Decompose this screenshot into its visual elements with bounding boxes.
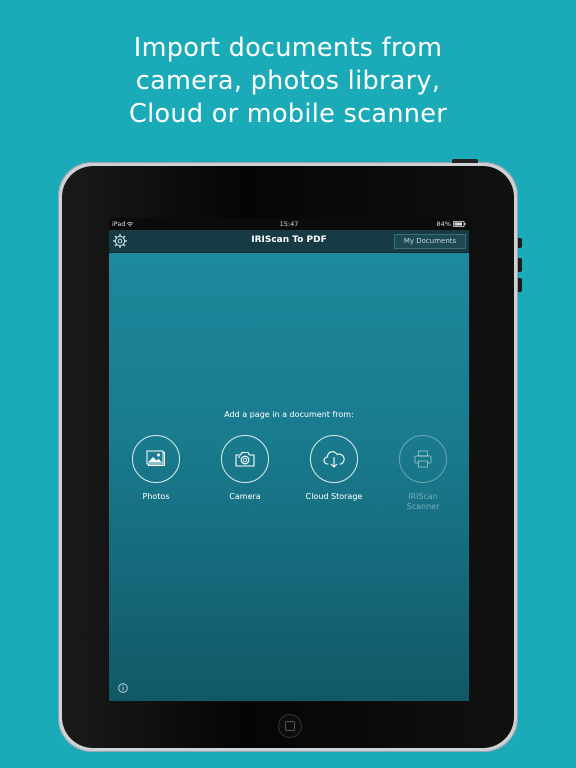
iriscan-scanner-circle [399,435,447,483]
camera-label: Camera [229,492,261,501]
battery-percent: 84% [436,220,451,228]
headline-line-1: Import documents from [133,33,443,63]
battery-icon [453,221,466,227]
cloud-download-icon [323,451,345,468]
printer-icon [414,450,432,468]
cloud-storage-circle [310,435,358,483]
home-button[interactable] [278,714,302,738]
camera-icon [235,451,255,467]
app-screen: iPad 15:47 84% IRIScan To PDF My Documen… [109,218,469,701]
iriscan-scanner-option[interactable]: IRIScan Scanner [388,435,458,512]
cloud-storage-option[interactable]: Cloud Storage [299,435,369,502]
photos-circle [132,435,180,483]
my-documents-button[interactable]: My Documents [394,234,466,249]
headline: Import documents from camera, photos lib… [0,32,576,131]
volume-down-button [518,278,522,292]
photos-option[interactable]: Photos [121,435,191,502]
navigation-bar: IRIScan To PDF My Documents [109,230,469,253]
headline-line-2: camera, photos library, [135,66,441,96]
info-icon[interactable] [118,683,128,693]
status-bar: iPad 15:47 84% [109,218,469,230]
add-page-prompt: Add a page in a document from: [224,410,354,419]
power-button [452,159,478,163]
volume-up-button [518,258,522,272]
status-time: 15:47 [279,220,299,228]
photos-label: Photos [142,492,170,501]
cloud-storage-label: Cloud Storage [305,492,363,501]
camera-circle [221,435,269,483]
iriscan-scanner-label: IRIScan Scanner [406,492,440,511]
mute-switch [518,238,522,248]
camera-option[interactable]: Camera [210,435,280,502]
photos-icon [146,450,165,466]
headline-line-3: Cloud or mobile scanner [128,99,448,129]
